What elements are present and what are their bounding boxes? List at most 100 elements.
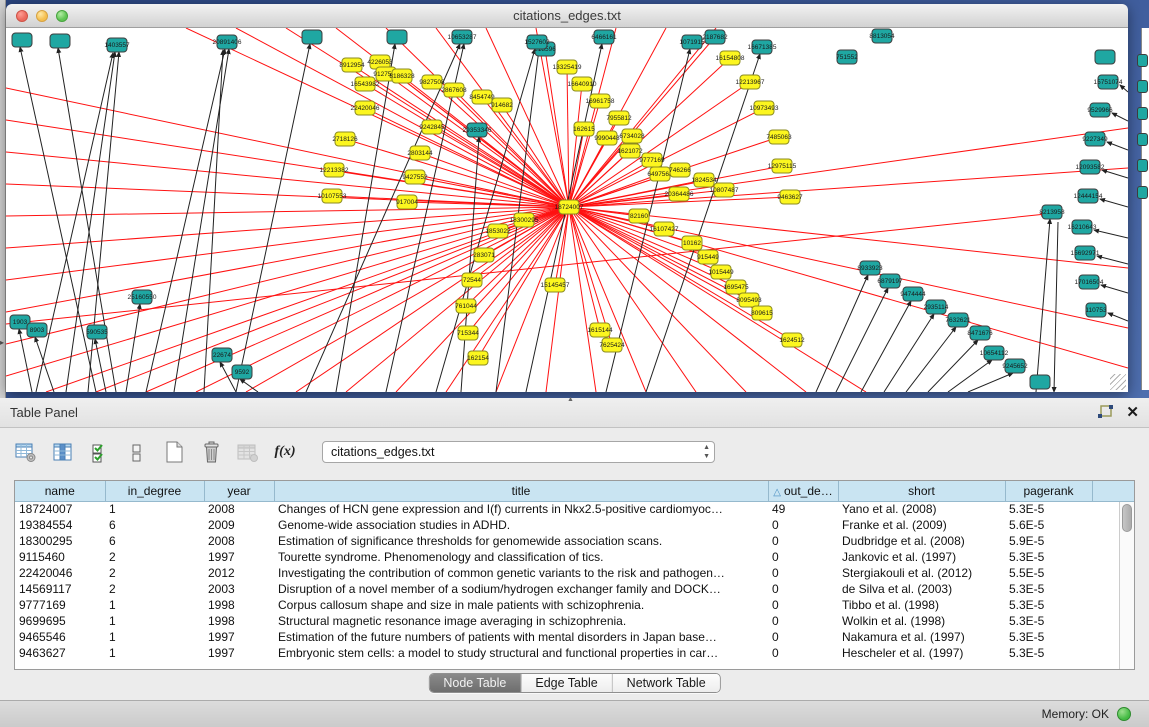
column-header-year[interactable]: year: [204, 481, 274, 501]
tab-edge-table[interactable]: Edge Table: [521, 674, 612, 692]
network-node[interactable]: [387, 30, 407, 44]
show-columns-icon[interactable]: [51, 440, 75, 464]
network-node[interactable]: 2718126: [332, 132, 358, 146]
black-edge[interactable]: [1107, 142, 1128, 150]
network-node[interactable]: 12444154: [1074, 189, 1103, 203]
network-node[interactable]: 110753: [1085, 303, 1107, 317]
network-node[interactable]: 590535: [86, 325, 108, 339]
network-node[interactable]: 9529966: [1087, 103, 1113, 117]
network-node[interactable]: 8471676: [967, 326, 993, 340]
network-node[interactable]: 7625424: [599, 338, 625, 352]
red-edge[interactable]: [569, 207, 749, 300]
table-select-dropdown[interactable]: citations_edges.txt ▲▼: [322, 441, 715, 463]
table-row[interactable]: 1938455462009Genome-wide association stu…: [15, 517, 1135, 533]
column-header-name[interactable]: name: [15, 481, 105, 501]
black-edge[interactable]: [236, 44, 310, 392]
black-edge[interactable]: [174, 49, 229, 392]
float-panel-icon[interactable]: [1096, 404, 1114, 421]
red-edge[interactable]: [6, 152, 569, 207]
table-row[interactable]: 977716911998Corpus callosum shape and si…: [15, 597, 1135, 613]
network-node[interactable]: 16671385: [748, 40, 777, 54]
red-edge[interactable]: [365, 108, 569, 207]
network-node[interactable]: 1624512: [779, 333, 805, 347]
network-node[interactable]: 6466161: [591, 30, 617, 44]
network-node[interactable]: 1615144: [587, 323, 613, 337]
delete-table-icon[interactable]: [236, 440, 260, 464]
tab-network-table[interactable]: Network Table: [613, 674, 720, 692]
red-edge[interactable]: [6, 214, 1046, 324]
network-node[interactable]: 715344: [457, 326, 479, 340]
network-node[interactable]: 1015449: [708, 265, 734, 279]
network-node[interactable]: 1824534: [691, 173, 717, 187]
network-node[interactable]: 7485063: [766, 130, 792, 144]
network-node[interactable]: 6879197: [877, 274, 903, 288]
network-node[interactable]: 15145457: [541, 278, 570, 292]
network-canvas[interactable]: 8912954422605391275081654398281863289827…: [6, 28, 1128, 392]
table-scrollbar-thumb[interactable]: [1122, 504, 1132, 532]
panel-expand-arrow-icon[interactable]: ▸: [0, 338, 4, 347]
network-node[interactable]: [1095, 50, 1115, 64]
window-resize-grip[interactable]: [1110, 374, 1126, 390]
black-edge[interactable]: [816, 275, 868, 392]
red-edge[interactable]: [296, 207, 569, 392]
black-edge[interactable]: [336, 44, 395, 392]
network-node[interactable]: 12975115: [768, 159, 797, 173]
network-node[interactable]: 29353346: [463, 123, 492, 137]
network-node[interactable]: 761044: [455, 299, 477, 313]
network-node[interactable]: 12213967: [736, 75, 765, 89]
network-node[interactable]: 10973493: [750, 101, 779, 115]
black-edge[interactable]: [1094, 230, 1128, 238]
black-edge[interactable]: [1101, 285, 1128, 293]
network-node[interactable]: 1621072: [617, 144, 643, 158]
black-edge[interactable]: [1100, 199, 1128, 207]
network-window-titlebar[interactable]: citations_edges.txt: [6, 4, 1128, 28]
panel-splitter-handle[interactable]: ▲: [567, 396, 574, 403]
network-node[interactable]: 914682: [491, 98, 513, 112]
network-node[interactable]: 7955812: [606, 111, 632, 125]
network-node[interactable]: 8186328: [389, 69, 415, 83]
column-header-in_degree[interactable]: in_degree: [105, 481, 204, 501]
network-node[interactable]: 9592: [232, 365, 252, 379]
network-node[interactable]: 751552: [836, 50, 858, 64]
table-row[interactable]: 1456911722003Disruption of a novel membe…: [15, 581, 1135, 597]
network-node[interactable]: 915449: [697, 250, 719, 264]
black-edge[interactable]: [884, 314, 934, 392]
network-node[interactable]: 9245652: [1002, 359, 1028, 373]
network-node[interactable]: 9474444: [900, 287, 926, 301]
black-edge[interactable]: [1054, 222, 1058, 392]
network-node[interactable]: 15751074: [1094, 75, 1123, 89]
network-node[interactable]: 16543982: [351, 77, 380, 91]
network-node[interactable]: 9990448: [594, 131, 620, 145]
network-node[interactable]: 16961758: [586, 94, 615, 108]
select-columns-icon[interactable]: [88, 440, 112, 464]
network-node[interactable]: 9427552: [402, 170, 428, 184]
network-node[interactable]: 283071: [473, 248, 495, 262]
red-edge[interactable]: [546, 207, 569, 392]
table-row[interactable]: 969969511998Structural magnetic resonanc…: [15, 613, 1135, 629]
network-node[interactable]: 6734028: [619, 129, 645, 143]
row-options-icon[interactable]: [125, 440, 149, 464]
network-node[interactable]: 10162: [682, 236, 702, 250]
network-node[interactable]: 2935114: [924, 300, 949, 314]
network-node[interactable]: 1527602: [524, 35, 550, 49]
network-node[interactable]: 8095493: [736, 293, 762, 307]
tab-node-table[interactable]: Node Table: [429, 674, 521, 692]
network-node[interactable]: 1695475: [723, 280, 749, 294]
black-edge[interactable]: [306, 44, 460, 392]
network-node[interactable]: [50, 34, 70, 48]
table-row[interactable]: 2242004622012Investigating the contribut…: [15, 565, 1135, 581]
column-header-short[interactable]: short: [838, 481, 1005, 501]
network-node[interactable]: [302, 30, 322, 44]
network-node[interactable]: 10107553: [318, 189, 347, 203]
table-scrollbar[interactable]: [1119, 502, 1134, 669]
function-builder-icon[interactable]: f(x): [273, 440, 297, 464]
network-node[interactable]: 1071915: [679, 35, 705, 49]
table-mode-icon[interactable]: [14, 440, 38, 464]
network-node[interactable]: 2867608: [441, 83, 467, 97]
column-header-out_de[interactable]: △out_de…: [768, 481, 838, 501]
network-node[interactable]: 917004: [396, 195, 418, 209]
network-node[interactable]: 8903: [27, 323, 47, 337]
network-node[interactable]: 16154808: [716, 51, 745, 65]
red-edge[interactable]: [6, 207, 569, 216]
column-header-pagerank[interactable]: pagerank: [1005, 481, 1092, 501]
